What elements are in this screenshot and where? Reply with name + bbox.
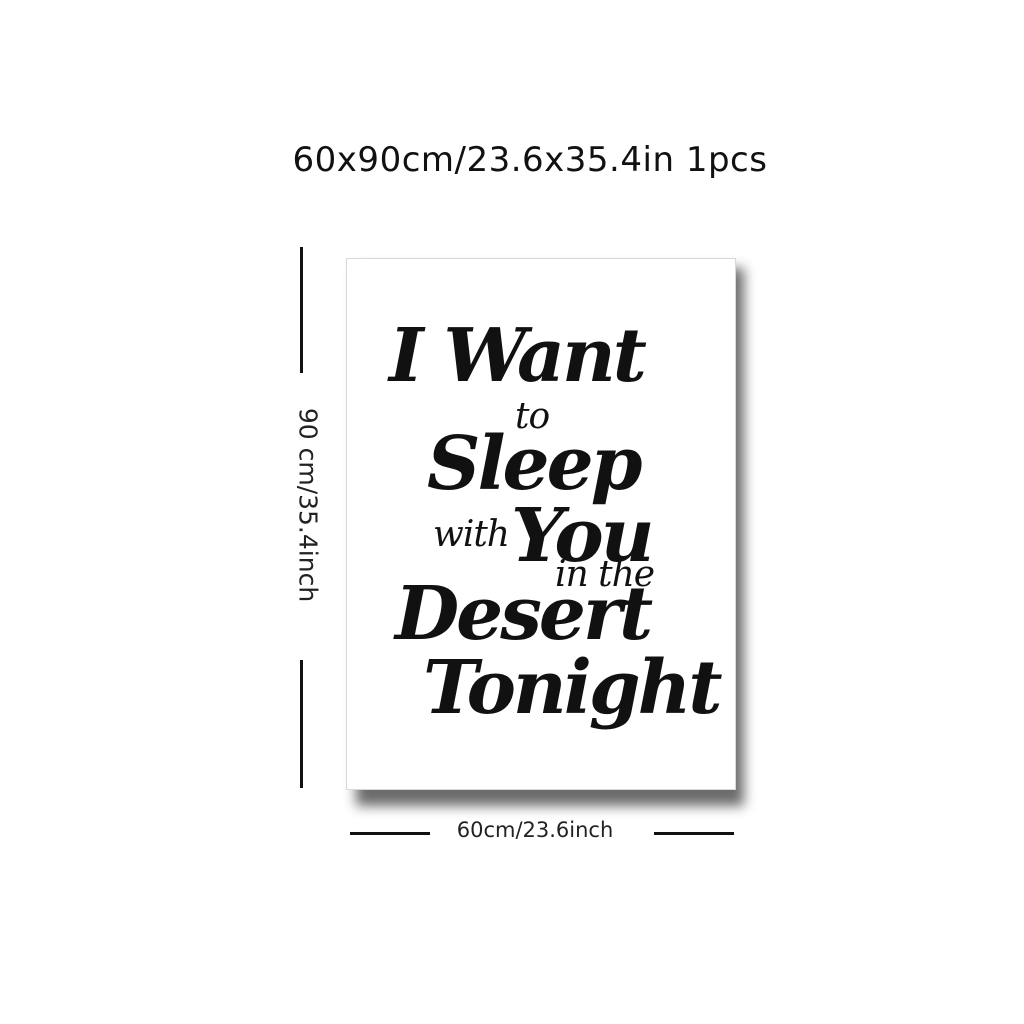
size-title: 60x90cm/23.6x35.4in 1pcs bbox=[0, 140, 1024, 180]
quote-line-with: with bbox=[433, 514, 510, 555]
canvas-poster: I Want to Sleep with You in the Desert T… bbox=[346, 258, 736, 790]
quantity-text: 1pcs bbox=[685, 140, 768, 180]
height-dimension-label: 90 cm/35.4inch bbox=[293, 407, 323, 603]
width-dimension-label: 60cm/23.6inch bbox=[456, 818, 614, 842]
quote-line-i-want: I Want bbox=[389, 313, 647, 399]
height-dimension-line-top bbox=[300, 247, 303, 373]
height-dimension-line-bottom bbox=[300, 660, 303, 788]
quote-line-tonight: Tonight bbox=[423, 645, 723, 731]
width-dimension-line-right bbox=[654, 832, 734, 835]
quote-line-desert: Desert bbox=[395, 571, 653, 657]
width-dimension-line-left bbox=[350, 832, 430, 835]
quote-line-sleep: Sleep bbox=[427, 421, 642, 507]
product-image: 60x90cm/23.6x35.4in 1pcs 90 cm/35.4inch … bbox=[0, 0, 1024, 1024]
size-text: 60x90cm/23.6x35.4in bbox=[292, 140, 675, 180]
poster-quote: I Want to Sleep with You in the Desert T… bbox=[347, 259, 737, 791]
